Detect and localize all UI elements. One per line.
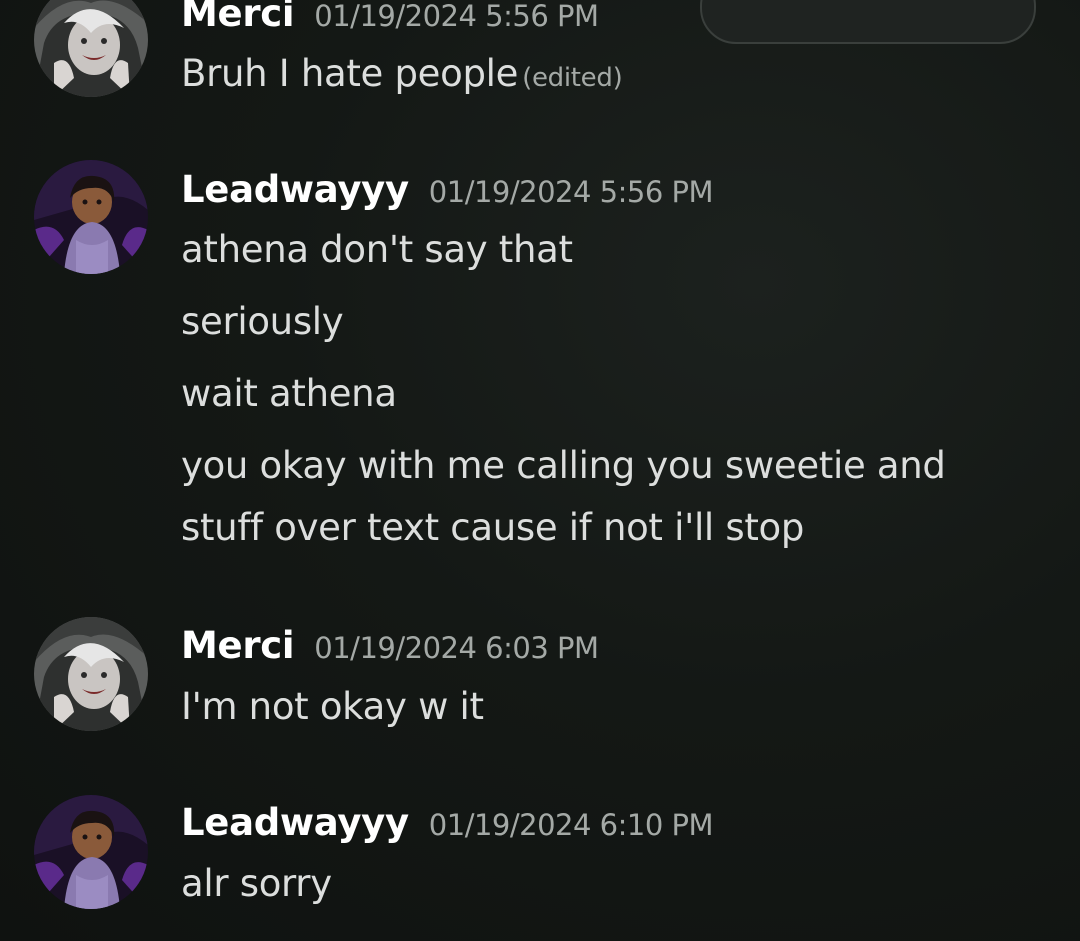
timestamp: 01/19/2024 6:10 PM [428,808,714,842]
message-header: Merci 01/19/2024 6:03 PM [181,624,599,674]
avatar-merci[interactable] [34,617,148,731]
timestamp: 01/19/2024 6:03 PM [314,631,599,665]
edited-label: (edited) [522,63,623,93]
message-header: Leadwayyy 01/19/2024 5:56 PM [181,168,714,218]
message-text[interactable]: wait athena [181,372,397,415]
message-text[interactable]: alr sorry [181,862,332,905]
timestamp: 01/19/2024 5:56 PM [428,175,714,209]
avatar-leadwayyy[interactable] [34,160,148,274]
avatar-leadwayyy[interactable] [34,795,148,909]
username[interactable]: Leadwayyy [181,801,409,844]
message-text[interactable]: seriously [181,300,344,343]
timestamp: 01/19/2024 5:56 PM [314,0,599,33]
floating-input-pill[interactable] [700,0,1036,44]
username[interactable]: Leadwayyy [181,168,409,211]
avatar-merci[interactable] [34,0,148,97]
message-content: Bruh I hate people [181,52,519,95]
username[interactable]: Merci [181,0,295,35]
message-text[interactable]: you okay with me calling you sweetie and [181,444,946,487]
message-text[interactable]: Bruh I hate people (edited) [181,52,623,95]
message-text[interactable]: stuff over text cause if not i'll stop [181,506,804,549]
message-header: Merci 01/19/2024 5:56 PM [181,0,599,42]
message-text[interactable]: athena don't say that [181,228,573,271]
username[interactable]: Merci [181,624,295,667]
message-header: Leadwayyy 01/19/2024 6:10 PM [181,801,714,851]
message-text[interactable]: I'm not okay w it [181,685,484,728]
